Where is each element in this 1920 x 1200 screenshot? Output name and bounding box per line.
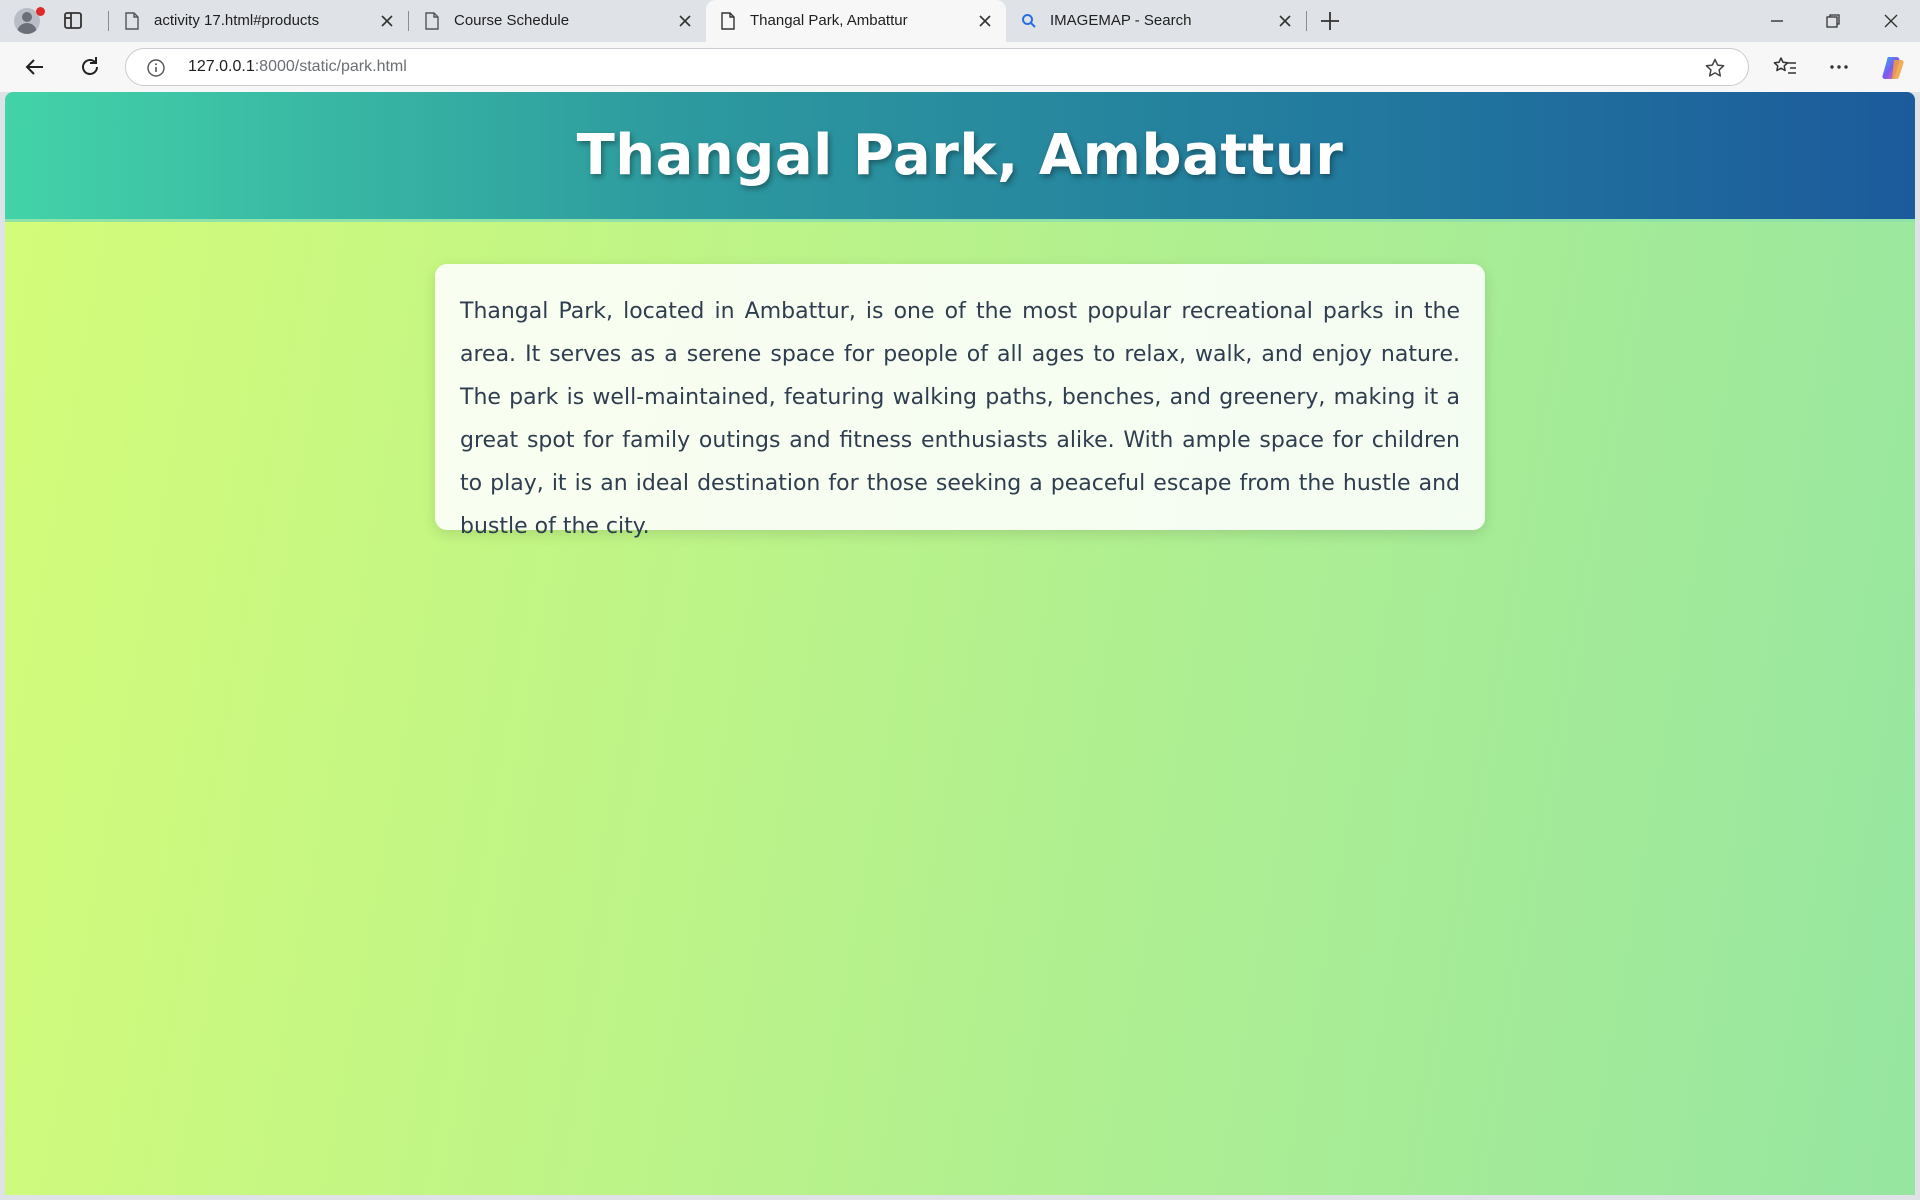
tab-activity-17[interactable]: activity 17.html#products	[110, 0, 408, 42]
tab-thangal-park[interactable]: Thangal Park, Ambattur	[706, 0, 1006, 42]
url-text[interactable]: 127.0.0.1:8000/static/park.html	[188, 58, 407, 76]
url-path: :8000/static/park.html	[254, 58, 407, 75]
restore-icon[interactable]	[1822, 10, 1844, 32]
page-header: Thangal Park, Ambattur	[5, 92, 1915, 222]
site-info-icon[interactable]	[146, 58, 166, 78]
url-host: 127.0.0.1	[188, 58, 255, 75]
close-icon[interactable]	[378, 12, 396, 30]
minimize-icon[interactable]	[1766, 10, 1788, 32]
notification-dot	[36, 7, 45, 16]
address-bar[interactable]: 127.0.0.1:8000/static/park.html	[125, 48, 1749, 86]
close-icon[interactable]	[676, 12, 694, 30]
tab-title: Thangal Park, Ambattur	[750, 12, 908, 29]
tab-title: activity 17.html#products	[154, 12, 320, 29]
park-description: Thangal Park, located in Ambattur, is on…	[460, 299, 1460, 539]
description-card: Thangal Park, located in Ambattur, is on…	[435, 264, 1485, 539]
tab-separator	[1306, 11, 1307, 31]
refresh-icon[interactable]	[77, 54, 103, 80]
tab-imagemap-search[interactable]: IMAGEMAP - Search	[1006, 0, 1306, 42]
new-tab-icon[interactable]	[1318, 9, 1342, 33]
copilot-icon[interactable]	[1880, 54, 1906, 80]
close-icon[interactable]	[1276, 12, 1294, 30]
tab-title: IMAGEMAP - Search	[1050, 12, 1192, 29]
tab-strip: activity 17.html#products Course Schedul…	[0, 0, 1920, 42]
browser-toolbar: 127.0.0.1:8000/static/park.html	[0, 42, 1920, 92]
page-icon	[424, 12, 440, 34]
page-viewport: Thangal Park, Ambattur Thangal Park, loc…	[5, 92, 1915, 1195]
tab-separator	[408, 11, 409, 31]
close-icon[interactable]	[976, 12, 994, 30]
more-options-icon[interactable]	[1826, 54, 1852, 80]
tab-title: Course Schedule	[454, 12, 570, 29]
page-icon	[124, 12, 140, 34]
close-window-icon[interactable]	[1880, 10, 1902, 32]
page-title: Thangal Park, Ambattur	[576, 123, 1344, 188]
tab-separator	[108, 11, 109, 31]
tab-actions-icon[interactable]	[60, 9, 88, 33]
favorite-star-icon[interactable]	[1704, 57, 1726, 79]
favorites-icon[interactable]	[1772, 54, 1798, 80]
page-icon	[720, 12, 736, 34]
search-icon	[1020, 12, 1038, 34]
back-arrow-icon[interactable]	[22, 54, 48, 80]
tab-course-schedule[interactable]: Course Schedule	[410, 0, 706, 42]
